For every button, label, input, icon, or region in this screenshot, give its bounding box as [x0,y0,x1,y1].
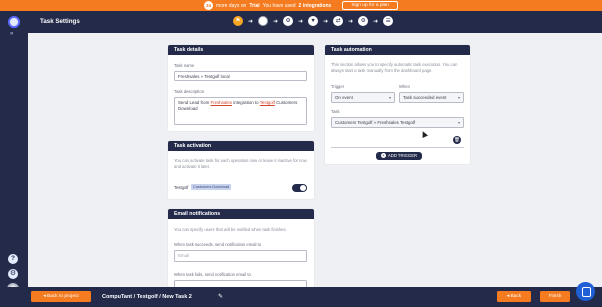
task-activation-card: Task activation You can activate task fo… [168,141,314,199]
chat-support-icon[interactable] [576,282,595,301]
arrow-right-icon: ➜ [348,18,354,25]
arrow-right-icon: ➜ [248,18,254,25]
add-trigger-label: ADD TRIGGER [388,153,418,158]
step-navigator: ⚑ ➜ ➜ ⚙ ➜ ▼ ➜ ⇄ ➜ ⚙ ➜ ☰ [233,16,394,26]
chevron-down-icon: ▾ [457,95,460,100]
expand-sidebar-icon[interactable]: » [10,31,13,37]
when-select[interactable]: Task succeeded event ▾ [399,92,464,103]
top-bar: Task Settings ⚑ ➜ ➜ ⚙ ➜ ▼ ➜ ⇄ ➜ ⚙ ➜ ☰ [28,11,602,33]
trial-banner: 34 more days on Trial You have used 2 in… [0,0,602,11]
arrow-right-icon: ➜ [298,18,304,25]
trial-plan: Trial [249,2,260,9]
page-title: Task Settings [40,18,80,25]
task-description-label: Task description [174,89,205,94]
email-notifications-card: Email notifications You can specify user… [168,209,314,287]
task-select-value: Customers Testgolf » Freshsales Testgolf [335,120,416,125]
trial-days-badge: 34 [204,1,214,10]
app-logo-icon[interactable] [8,16,20,28]
plus-icon: + [381,153,386,158]
trial-text-before: more days on [216,2,247,9]
task-details-title: Task details [168,45,314,55]
success-email-placeholder: Email [178,253,189,258]
task-activation-description: You can activate task for each operation… [174,158,307,169]
description-prefix: Send Lead from [178,100,210,105]
arrow-right-icon: ➜ [323,18,329,25]
success-email-input[interactable]: Email [174,250,307,262]
task-name-label: Task name [174,63,195,68]
back-to-project-button[interactable]: ◂ Back to project [31,291,91,302]
back-button[interactable]: ◂ Back [497,291,531,302]
arrow-right-icon: ➜ [273,18,279,25]
task-activation-title: Task activation [168,141,314,151]
fail-email-input[interactable] [174,280,307,287]
signup-button[interactable]: Sign up for a plan [342,1,398,10]
delete-trigger-icon[interactable]: 🗑 [453,136,461,144]
settings-icon[interactable]: ⚙ [8,269,18,279]
task-details-card: Task details Task name Freshsales » Test… [168,45,314,131]
task-description-textarea[interactable]: Send Lead from Freshsales integration to… [174,97,307,125]
task-select[interactable]: Customers Testgolf » Freshsales Testgolf… [331,117,464,128]
finish-button[interactable]: Finish [540,291,570,302]
integration-chip: Customers Download [191,184,232,190]
add-trigger-button[interactable]: + ADD TRIGGER [376,152,423,160]
when-label: When [399,84,410,89]
filter-icon[interactable]: ▼ [308,16,319,26]
trial-text-middle: You have used [262,2,296,9]
integration-label: Testgolf [174,185,189,190]
freshsales-link[interactable]: Freshsales [210,100,231,105]
task-automation-title: Task automation [325,45,470,55]
back-to-project-label: Back to project [47,294,79,299]
list-icon[interactable]: ☰ [383,16,394,26]
left-sidebar: » ? ⚙ [0,11,28,295]
gear-icon[interactable]: ⚙ [358,16,369,26]
help-icon[interactable]: ? [8,254,18,264]
breadcrumb: CompuTant / Testgolf / New Task 2 [102,294,192,300]
flag-icon[interactable]: ⚑ [233,16,243,26]
task-automation-description: This section allows you to specify autom… [331,62,458,73]
bottom-bar: ◂ Back to project CompuTant / Testgolf /… [0,287,602,307]
trial-usage: 2 integrations [298,2,332,9]
arrow-right-icon: ➜ [373,18,379,25]
task-select-label: Task [331,109,340,114]
success-email-label: When task succeeds, send notification em… [174,242,262,247]
trigger-label: Trigger [331,84,345,89]
task-automation-card: Task automation This section allows you … [325,45,470,164]
description-middle: integration to [233,100,259,105]
chevron-down-icon: ▾ [457,120,460,125]
fail-email-label: When task fails, send notification email… [174,272,251,277]
activation-toggle[interactable] [292,184,307,192]
trigger-value: On event [335,95,353,100]
chevron-down-icon: ▾ [388,95,391,100]
gear-icon[interactable]: ⚙ [283,16,294,26]
shuffle-icon[interactable]: ⇄ [333,16,344,26]
email-notifications-title: Email notifications [168,209,314,219]
back-label: Back [510,294,522,299]
automation-divider [331,147,464,148]
edit-pencil-icon[interactable]: ✎ [218,293,223,300]
testgolf-link[interactable]: Testgolf [260,100,275,105]
when-value: Task succeeded event [403,95,447,100]
step-current-icon[interactable] [258,16,269,26]
email-notifications-description: You can specify users that will be notif… [174,227,287,232]
trigger-select[interactable]: On event ▾ [331,92,395,103]
task-name-input[interactable]: Freshsales » Testgolf local [174,71,307,81]
